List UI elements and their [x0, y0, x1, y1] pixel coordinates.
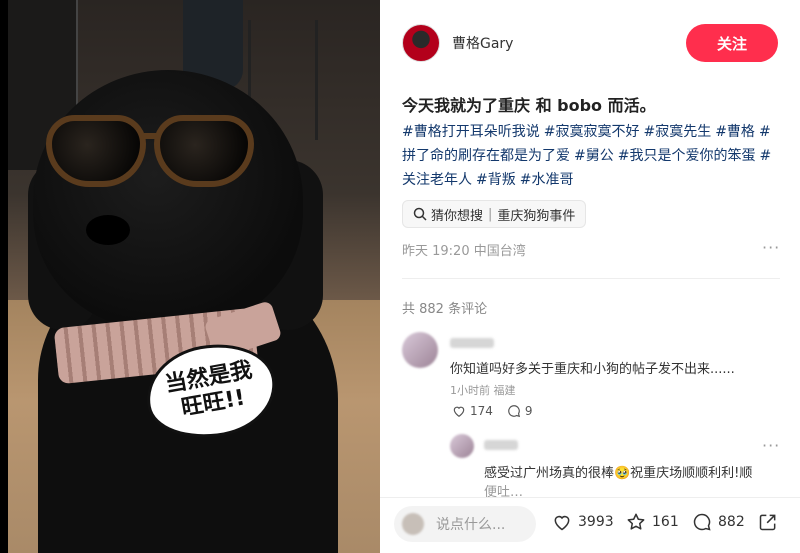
- reply-text: 感受过广州场真的很棒🥹祝重庆场顺顺利利!顺: [484, 466, 753, 481]
- post-title: 今天我就为了重庆 和 bobo 而活。: [402, 96, 656, 115]
- comment-button[interactable]: 882: [692, 512, 745, 532]
- tag-link[interactable]: #水准哥: [520, 172, 574, 188]
- comment-like-button[interactable]: 174: [452, 404, 493, 418]
- tag-link[interactable]: #曹格: [715, 124, 755, 140]
- share-button[interactable]: [758, 512, 778, 536]
- heart-icon: [453, 406, 465, 417]
- guess-separator: |: [488, 206, 493, 222]
- reply-more-icon[interactable]: ···: [762, 436, 780, 455]
- my-avatar: [402, 513, 424, 535]
- bottom-action-bar: 说点什么... 3993 161 882: [380, 497, 800, 553]
- post-more-icon[interactable]: ···: [762, 238, 780, 257]
- like-count: 3993: [578, 514, 614, 530]
- commenter-avatar[interactable]: [402, 332, 438, 368]
- comment-text: 你知道吗好多关于重庆和小狗的帖子发不出来......: [450, 362, 735, 377]
- guess-label: 猜你想搜: [431, 208, 484, 224]
- comment-count: 共 882 条评论: [402, 302, 488, 317]
- comment-icon: [693, 513, 711, 531]
- follow-button[interactable]: 关注: [686, 24, 778, 62]
- share-icon: [759, 514, 776, 531]
- comment-input[interactable]: 说点什么...: [394, 506, 536, 542]
- tag-link[interactable]: #背叛: [476, 172, 516, 188]
- dog-photo: 当然是我 旺旺!!: [8, 0, 380, 553]
- author-info[interactable]: 曹格Gary: [402, 24, 513, 62]
- tag-link[interactable]: #我只是个爱你的笨蛋: [618, 148, 756, 164]
- comment-actions: 174 9: [452, 404, 533, 418]
- tag-link[interactable]: #曹格打开耳朵听我说: [402, 124, 540, 140]
- reply-avatar[interactable]: [450, 434, 474, 458]
- comment-like-count: 174: [470, 404, 493, 418]
- divider: [402, 278, 780, 279]
- tag-link[interactable]: #舅公: [574, 148, 614, 164]
- comment-time: 1小时前 福建: [450, 384, 516, 397]
- sunglasses: [46, 115, 256, 190]
- post-meta: 昨天 19:20 中国台湾: [402, 244, 526, 259]
- guess-query: 重庆狗狗事件: [497, 208, 576, 224]
- comment-total: 882: [718, 514, 745, 530]
- author-avatar[interactable]: [402, 24, 440, 62]
- related-search-chip[interactable]: 猜你想搜 | 重庆狗狗事件: [402, 200, 587, 228]
- author-name[interactable]: 曹格Gary: [452, 33, 513, 53]
- post-detail-panel: 曹格Gary 关注 今天我就为了重庆 和 bobo 而活。 #曹格打开耳朵听我说…: [380, 0, 800, 553]
- tag-link[interactable]: #寂寞先生: [643, 124, 711, 140]
- star-icon: [627, 513, 645, 530]
- comment-icon: [508, 405, 520, 418]
- reply-name[interactable]: [484, 440, 518, 450]
- commenter-name[interactable]: [450, 338, 494, 348]
- collect-button[interactable]: 161: [626, 512, 679, 532]
- post-tags: #曹格打开耳朵听我说 #寂寞寂寞不好 #寂寞先生 #曹格 #拼了命的刷存在都是为了爱 #舅…: [402, 120, 780, 192]
- like-button[interactable]: 3993: [552, 512, 614, 532]
- post-media[interactable]: 当然是我 旺旺!!: [0, 0, 380, 553]
- collect-count: 161: [652, 514, 679, 530]
- comment-input-placeholder: 说点什么...: [436, 517, 506, 533]
- tag-link[interactable]: #寂寞寂寞不好: [544, 124, 640, 140]
- heart-icon: [554, 515, 570, 531]
- comment-reply-count: 9: [524, 404, 533, 418]
- comment-reply-button[interactable]: 9: [507, 404, 533, 418]
- search-icon: [413, 207, 427, 221]
